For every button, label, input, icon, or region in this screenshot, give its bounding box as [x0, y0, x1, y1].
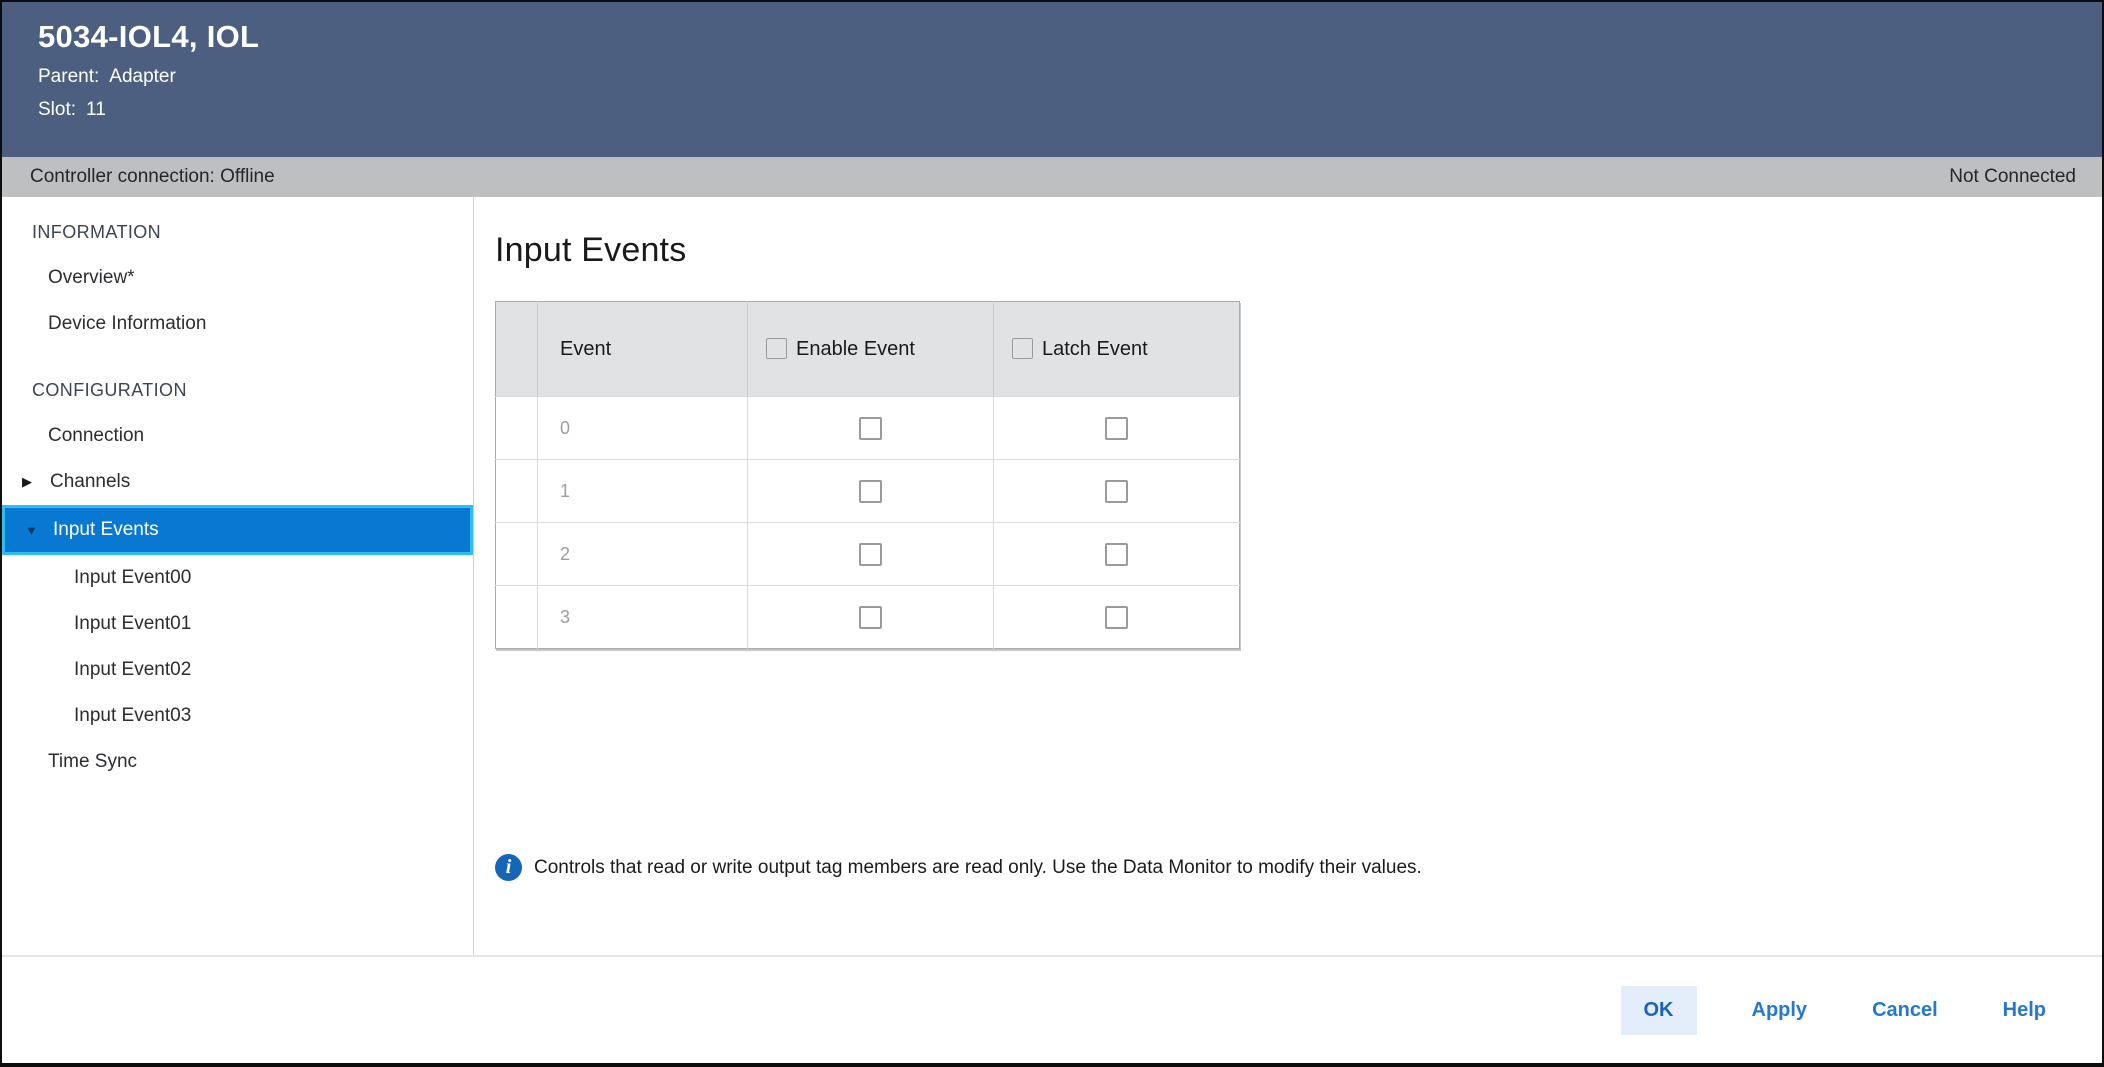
event-number-cell: 3	[538, 586, 748, 649]
expanded-chevron-icon[interactable]: ▼	[25, 523, 53, 538]
table-header-row: Event Enable Event Latch Event	[496, 302, 1240, 397]
section-information: INFORMATION	[2, 209, 473, 255]
sidebar-item-input-event03[interactable]: Input Event03	[2, 693, 473, 739]
parent-value: Adapter	[109, 66, 176, 87]
table-row: 2	[496, 523, 1240, 586]
enable-event-header-checkbox[interactable]	[766, 338, 787, 359]
sidebar-item-label: Channels	[50, 471, 130, 493]
latch-event-checkbox-row-2[interactable]	[1105, 543, 1128, 566]
slot-label: Slot:	[38, 99, 76, 120]
row-selector-cell[interactable]	[496, 523, 538, 586]
row-selector-cell[interactable]	[496, 586, 538, 649]
module-title: 5034-IOL4, IOL	[38, 19, 2102, 55]
cancel-button[interactable]: Cancel	[1862, 986, 1948, 1035]
module-properties-dialog: 5034-IOL4, IOL Parent: Adapter Slot: 11 Co…	[0, 0, 2104, 1067]
sidebar-item-channels[interactable]: ▶ Channels	[2, 459, 473, 505]
row-selector-cell[interactable]	[496, 397, 538, 460]
info-icon: i	[495, 854, 522, 881]
event-number-cell: 0	[538, 397, 748, 460]
sidebar-item-input-event02[interactable]: Input Event02	[2, 647, 473, 693]
page-title: Input Events	[495, 227, 2102, 273]
event-number-cell: 1	[538, 460, 748, 523]
input-events-table: Event Enable Event Latch Event 0	[495, 301, 1240, 649]
category-sidebar: INFORMATION Overview* Device Information…	[2, 197, 474, 955]
dialog-body: INFORMATION Overview* Device Information…	[2, 197, 2102, 955]
slot-value: 11	[86, 99, 106, 120]
sidebar-item-overview[interactable]: Overview*	[2, 255, 473, 301]
table-row: 1	[496, 460, 1240, 523]
event-column-header: Event	[538, 302, 748, 397]
ok-button[interactable]: OK	[1621, 986, 1697, 1035]
table-row: 0	[496, 397, 1240, 460]
main-content: Input Events Event Enable Event Latch Ev…	[474, 197, 2102, 955]
latch-event-column-header: Latch Event	[994, 302, 1240, 397]
enable-event-checkbox-row-0[interactable]	[859, 417, 882, 440]
note-text: Controls that read or write output tag m…	[534, 857, 1422, 879]
latch-event-checkbox-row-0[interactable]	[1105, 417, 1128, 440]
parent-label: Parent:	[38, 66, 99, 87]
dialog-footer: OK Apply Cancel Help	[2, 955, 2102, 1063]
controller-connection-status: Controller connection: Offline	[30, 166, 275, 188]
row-selector-cell[interactable]	[496, 460, 538, 523]
status-bar: Controller connection: Offline Not Conne…	[2, 157, 2102, 197]
sidebar-item-time-sync[interactable]: Time Sync	[2, 739, 473, 785]
help-button[interactable]: Help	[1993, 986, 2056, 1035]
sidebar-item-connection[interactable]: Connection	[2, 413, 473, 459]
apply-button[interactable]: Apply	[1742, 986, 1818, 1035]
section-configuration: CONFIGURATION	[2, 367, 473, 413]
sidebar-item-label: Input Events	[53, 519, 159, 541]
enable-event-checkbox-row-1[interactable]	[859, 480, 882, 503]
enable-event-column-header: Enable Event	[748, 302, 994, 397]
row-selector-header	[496, 302, 538, 397]
sidebar-gap	[2, 347, 473, 367]
enable-event-checkbox-row-2[interactable]	[859, 543, 882, 566]
dialog-header: 5034-IOL4, IOL Parent: Adapter Slot: 11	[2, 2, 2102, 157]
sidebar-item-input-events[interactable]: ▼ Input Events	[2, 505, 473, 555]
slot-line: Slot: 11	[38, 99, 2102, 121]
latch-event-checkbox-row-1[interactable]	[1105, 480, 1128, 503]
latch-event-checkbox-row-3[interactable]	[1105, 606, 1128, 629]
latch-event-header-checkbox[interactable]	[1012, 338, 1033, 359]
sidebar-item-input-event00[interactable]: Input Event00	[2, 555, 473, 601]
enable-event-checkbox-row-3[interactable]	[859, 606, 882, 629]
sidebar-item-device-information[interactable]: Device Information	[2, 301, 473, 347]
table-row: 3	[496, 586, 1240, 649]
read-only-note: i Controls that read or write output tag…	[495, 854, 2102, 881]
collapsed-chevron-icon[interactable]: ▶	[22, 474, 50, 490]
sidebar-item-input-event01[interactable]: Input Event01	[2, 601, 473, 647]
latch-event-header-label: Latch Event	[1042, 338, 1148, 360]
parent-line: Parent: Adapter	[38, 66, 2102, 88]
event-number-cell: 2	[538, 523, 748, 586]
enable-event-header-label: Enable Event	[796, 338, 915, 360]
connected-state: Not Connected	[1949, 166, 2076, 188]
